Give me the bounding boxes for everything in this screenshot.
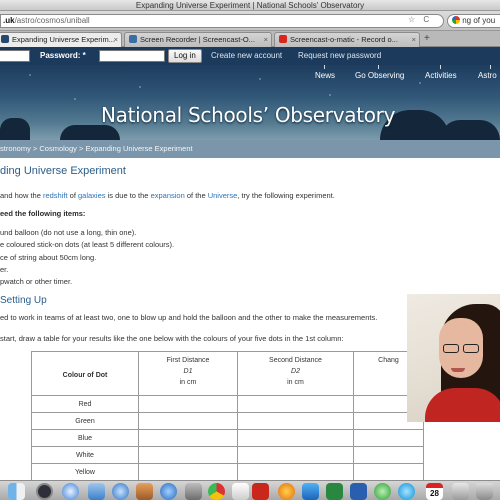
breadcrumb[interactable]: stronomy > Cosmology > Expanding Univers…	[0, 140, 500, 158]
table-row: White	[31, 446, 424, 464]
tree-silhouette	[60, 125, 120, 140]
itunes-icon[interactable]	[112, 483, 129, 500]
tab-expanding-universe[interactable]: Expanding Universe Experim... ×	[0, 32, 122, 47]
table-row: Yellow	[31, 463, 424, 480]
tab-screen-recorder[interactable]: Screen Recorder | Screencast-O... ×	[124, 32, 272, 47]
app-store-icon[interactable]	[160, 483, 177, 500]
universe-link[interactable]: Universe	[208, 191, 238, 200]
tree-silhouette	[440, 120, 500, 140]
first-distance-header: First Distance D1 in cm	[138, 351, 238, 396]
row-colour: Red	[31, 395, 139, 413]
create-account-link[interactable]: Create new account	[211, 51, 282, 60]
nav-astro[interactable]: Astro	[478, 71, 497, 80]
new-tab-icon[interactable]: +	[424, 33, 430, 44]
documents-stack-icon[interactable]	[452, 483, 469, 500]
transmit-icon[interactable]	[302, 483, 319, 500]
tab-bar: Expanding Universe Experim... × Screen R…	[0, 31, 500, 47]
setup-paragraph: ed to work in teams of at least two, one…	[0, 313, 378, 322]
tab-close-icon[interactable]: ×	[114, 33, 118, 46]
filezilla-icon[interactable]	[232, 483, 249, 500]
row-colour: White	[31, 446, 139, 464]
login-button[interactable]: Log in	[168, 49, 202, 63]
items-heading: eed the following items:	[0, 209, 86, 218]
firefox-icon[interactable]	[278, 483, 295, 500]
tab-screencast-o-matic[interactable]: Screencast-o-matic - Record o... ×	[274, 32, 420, 47]
tab-favicon-icon	[1, 35, 9, 43]
galaxies-link[interactable]: galaxies	[78, 191, 106, 200]
table-header-row: Colour of Dot First Distance D1 in cm Se…	[31, 351, 424, 396]
system-preferences-icon[interactable]	[185, 483, 202, 500]
tree-silhouette	[0, 118, 30, 140]
bookmark-star-icon[interactable]: ☆	[408, 15, 415, 24]
iphoto-icon[interactable]	[136, 483, 153, 500]
colour-header: Colour of Dot	[31, 351, 139, 396]
tab-label: Screen Recorder | Screencast-O...	[140, 35, 255, 44]
password-label: Password: *	[40, 51, 86, 60]
second-distance-header: Second Distance D2 in cm	[237, 351, 354, 396]
login-bar: Password: * Log in Create new account Re…	[0, 47, 500, 65]
trash-icon[interactable]	[476, 483, 493, 500]
tab-close-icon[interactable]: ×	[412, 33, 416, 46]
tab-label: Screencast-o-matic - Record o...	[290, 35, 398, 44]
excel-icon[interactable]	[326, 483, 343, 500]
url-domain: .uk	[3, 16, 15, 25]
row-colour: Green	[31, 412, 139, 430]
list-item: pwatch or other timer.	[0, 277, 73, 286]
expansion-link[interactable]: expansion	[151, 191, 185, 200]
search-text: ng of you	[462, 16, 496, 25]
list-item: und balloon (do not use a long, thin one…	[0, 228, 137, 237]
tab-favicon-icon	[279, 35, 287, 43]
nav-activities[interactable]: Activities	[425, 71, 457, 80]
username-input[interactable]	[0, 50, 30, 62]
site-title[interactable]: National Schools’ Observatory	[101, 103, 395, 127]
facetime-icon[interactable]	[374, 483, 391, 500]
row-colour: Yellow	[31, 463, 139, 480]
mail-icon[interactable]	[88, 483, 105, 500]
nav-go-observing[interactable]: Go Observing	[355, 71, 404, 80]
word-icon[interactable]	[350, 483, 367, 500]
dock: 28	[0, 480, 500, 500]
table-row: Blue	[31, 429, 424, 447]
request-password-link[interactable]: Request new password	[298, 51, 381, 60]
tab-label: Expanding Universe Experim...	[12, 35, 115, 44]
url-input[interactable]: .uk/astro/cosmos/uniball	[0, 14, 444, 28]
table-row: Red	[31, 395, 424, 413]
results-table: Colour of Dot First Distance D1 in cm Se…	[31, 351, 424, 480]
tab-favicon-icon	[129, 35, 137, 43]
reload-icon[interactable]: C	[423, 15, 429, 24]
page-title: ding Universe Experiment	[0, 165, 126, 177]
safari-icon[interactable]	[62, 483, 79, 500]
window-title: Expanding Universe Experiment | National…	[0, 0, 500, 11]
setup-paragraph: start, draw a table for your results lik…	[0, 334, 344, 343]
nav-news[interactable]: News	[315, 71, 335, 80]
address-bar: .uk/astro/cosmos/uniball ☆ C ng of you	[0, 11, 500, 31]
webcam-overlay	[407, 294, 500, 422]
setup-heading: Setting Up	[0, 295, 47, 306]
calendar-icon[interactable]: 28	[426, 483, 443, 500]
google-icon	[452, 16, 460, 24]
password-input[interactable]	[99, 50, 165, 62]
filezilla-red-icon[interactable]	[252, 483, 269, 500]
list-item: ce of string about 50cm long.	[0, 253, 97, 262]
chrome-icon[interactable]	[208, 483, 225, 500]
row-colour: Blue	[31, 429, 139, 447]
skype-icon[interactable]	[398, 483, 415, 500]
redshift-link[interactable]: redshift	[43, 191, 68, 200]
table-row: Green	[31, 412, 424, 430]
dashboard-icon[interactable]	[36, 483, 53, 500]
finder-icon[interactable]	[8, 483, 25, 500]
url-path: /astro/cosmos/uniball	[14, 16, 90, 25]
intro-text: and how the redshift of galaxies is due …	[0, 191, 335, 200]
search-field[interactable]: ng of you	[447, 14, 500, 28]
site-banner: News Go Observing Activities Astro Natio…	[0, 65, 500, 140]
list-item: e coloured stick-on dots (at least 5 dif…	[0, 240, 175, 249]
list-item: er.	[0, 265, 9, 274]
tab-close-icon[interactable]: ×	[264, 33, 268, 46]
